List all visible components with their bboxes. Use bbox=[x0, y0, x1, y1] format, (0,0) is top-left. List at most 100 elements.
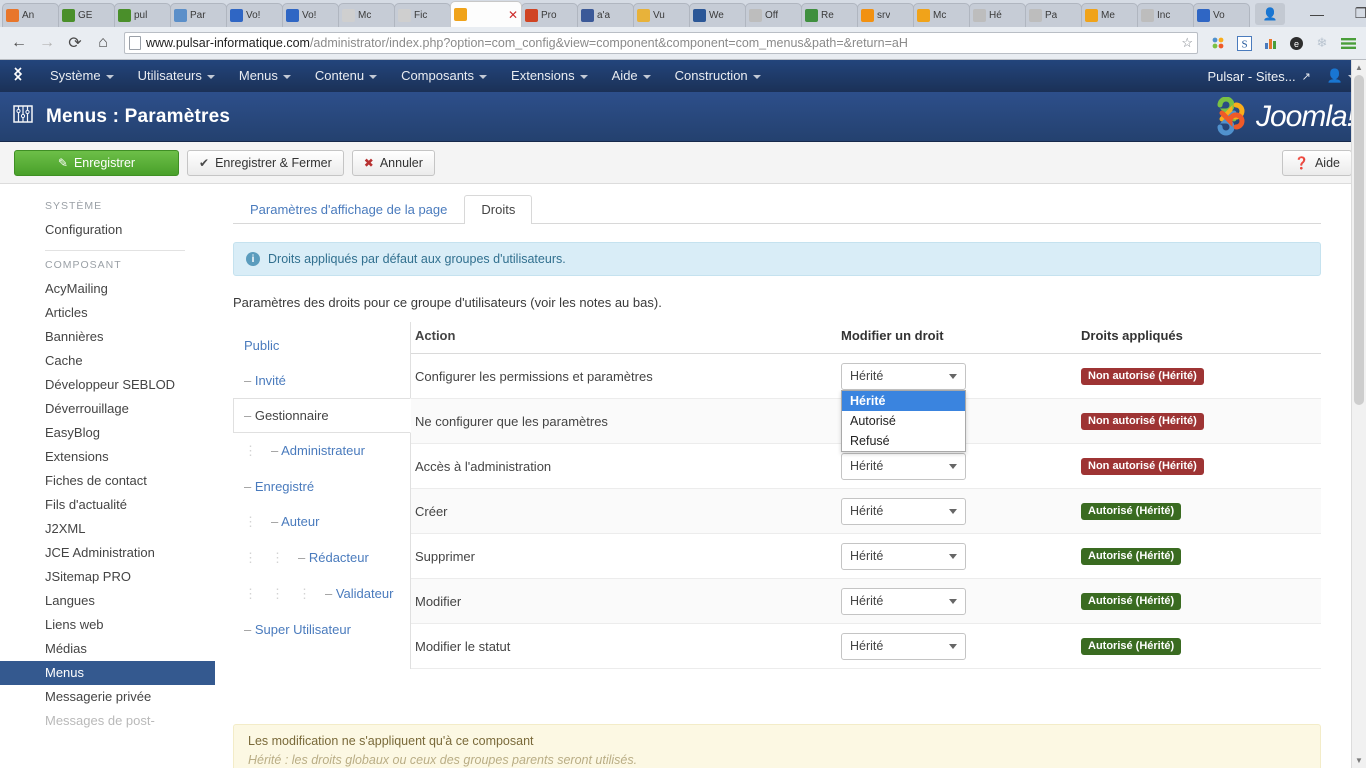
sidebar-item-banni-res[interactable]: Bannières bbox=[0, 325, 215, 349]
sidebar-item-menus[interactable]: Menus bbox=[0, 661, 215, 685]
admin-menu-item[interactable]: Aide bbox=[600, 60, 663, 92]
permission-select[interactable]: Hérité bbox=[841, 452, 966, 480]
user-group-tab[interactable]: ⋮ – Auteur bbox=[233, 504, 410, 540]
browser-tab[interactable]: Inc bbox=[1137, 3, 1194, 27]
dropdown-option[interactable]: Autorisé bbox=[842, 411, 965, 431]
user-group-tab[interactable]: ⋮ ⋮ – Rédacteur bbox=[233, 540, 410, 576]
minimize-button[interactable]: — bbox=[1295, 0, 1339, 27]
sidebar-item-fils-d-actualit[interactable]: Fils d'actualité bbox=[0, 493, 215, 517]
browser-tab-label: Par bbox=[190, 10, 206, 21]
browser-tab[interactable]: Re bbox=[801, 3, 858, 27]
tab-close-icon[interactable]: ✕ bbox=[504, 8, 518, 22]
menu-icon[interactable] bbox=[1336, 31, 1360, 55]
sidebar-item-d-veloppeur-seblod[interactable]: Développeur SEBLOD bbox=[0, 373, 215, 397]
page-info-icon[interactable] bbox=[129, 36, 141, 50]
page-scrollbar[interactable]: ▲ ▼ bbox=[1351, 60, 1366, 768]
browser-tab[interactable]: Vo! bbox=[226, 3, 283, 27]
sidebar-item-jce-administration[interactable]: JCE Administration bbox=[0, 541, 215, 565]
joomla-logo-icon[interactable] bbox=[10, 66, 26, 86]
permission-select[interactable]: Hérité bbox=[841, 497, 966, 525]
browser-tab[interactable]: Vo! bbox=[282, 3, 339, 27]
admin-menu-item[interactable]: Système bbox=[38, 60, 126, 92]
sidebar-item-messagerie-priv-e[interactable]: Messagerie privée bbox=[0, 685, 215, 709]
tab-page-display-params[interactable]: Paramètres d'affichage de la page bbox=[233, 195, 464, 224]
maximize-button[interactable]: ❐ bbox=[1339, 0, 1366, 27]
browser-tab[interactable]: Pa bbox=[1025, 3, 1082, 27]
sidebar-item-extensions[interactable]: Extensions bbox=[0, 445, 215, 469]
browser-tab[interactable]: Pro bbox=[521, 3, 578, 27]
browser-tab[interactable]: Vo bbox=[1193, 3, 1250, 27]
permission-select[interactable]: Hérité bbox=[841, 587, 966, 615]
browser-tab[interactable]: Me bbox=[1081, 3, 1138, 27]
user-group-tab[interactable]: – Super Utilisateur bbox=[233, 612, 410, 647]
sidebar-item-acymailing[interactable]: AcyMailing bbox=[0, 277, 215, 301]
user-group-tab[interactable]: ⋮ ⋮ ⋮ – Validateur bbox=[233, 576, 410, 612]
save-and-close-button[interactable]: ✔ Enregistrer & Fermer bbox=[187, 149, 344, 176]
permission-select[interactable]: Hérité bbox=[841, 632, 966, 660]
user-group-tab[interactable]: – Enregistré bbox=[233, 469, 410, 504]
sidebar-item-liens-web[interactable]: Liens web bbox=[0, 613, 215, 637]
external-link-icon[interactable]: ↗ bbox=[1302, 70, 1311, 83]
browser-tab[interactable]: a'a bbox=[577, 3, 634, 27]
browser-tab[interactable]: srv bbox=[857, 3, 914, 27]
user-group-tab[interactable]: Public bbox=[233, 328, 410, 363]
sidebar-item-langues[interactable]: Langues bbox=[0, 589, 215, 613]
sidebar-item-cache[interactable]: Cache bbox=[0, 349, 215, 373]
browser-tab[interactable]: Par bbox=[170, 3, 227, 27]
sidebar-item-d-verrouillage[interactable]: Déverrouillage bbox=[0, 397, 215, 421]
e-extension-icon[interactable]: e bbox=[1284, 31, 1308, 55]
sidebar-item-fiches-de-contact[interactable]: Fiches de contact bbox=[0, 469, 215, 493]
browser-tab[interactable]: Mc bbox=[338, 3, 395, 27]
browser-tab[interactable]: GE bbox=[58, 3, 115, 27]
admin-menu-item[interactable]: Extensions bbox=[499, 60, 600, 92]
save-button[interactable]: ✎ Enregistrer bbox=[14, 149, 179, 176]
sidebar-item-configuration[interactable]: Configuration bbox=[0, 218, 215, 242]
admin-menu-item[interactable]: Contenu bbox=[303, 60, 389, 92]
sidebar-item-easyblog[interactable]: EasyBlog bbox=[0, 421, 215, 445]
user-group-tab[interactable]: ⋮ – Administrateur bbox=[233, 433, 410, 469]
tab-droits[interactable]: Droits bbox=[464, 195, 533, 224]
admin-menu-item[interactable]: Construction bbox=[663, 60, 773, 92]
permission-select[interactable]: Hérité bbox=[841, 542, 966, 570]
site-name-label[interactable]: Pulsar - Sites... bbox=[1207, 69, 1295, 84]
snowflake-extension-icon[interactable]: ❄ bbox=[1310, 31, 1334, 55]
admin-menu-item[interactable]: Composants bbox=[389, 60, 499, 92]
reload-icon[interactable]: ⟳ bbox=[62, 30, 88, 56]
permission-select[interactable]: Hérité bbox=[841, 362, 966, 390]
sidebar-item-messages-de-post[interactable]: Messages de post- bbox=[0, 709, 215, 733]
admin-menu-item[interactable]: Menus bbox=[227, 60, 303, 92]
browser-tab[interactable]: An bbox=[2, 3, 59, 27]
scroll-up-icon[interactable]: ▲ bbox=[1352, 60, 1366, 75]
permission-select-dropdown[interactable]: Hérité Autorisé Refusé bbox=[841, 389, 966, 452]
browser-tab[interactable]: Off bbox=[745, 3, 802, 27]
help-button[interactable]: ❓ Aide bbox=[1282, 149, 1352, 176]
dropdown-option[interactable]: Refusé bbox=[842, 431, 965, 451]
sidebar-item-j2xml[interactable]: J2XML bbox=[0, 517, 215, 541]
sidebar-item-jsitemap-pro[interactable]: JSitemap PRO bbox=[0, 565, 215, 589]
back-icon[interactable]: ← bbox=[6, 30, 32, 56]
browser-tab[interactable]: Vu bbox=[633, 3, 690, 27]
user-group-tab[interactable]: – Invité bbox=[233, 363, 410, 398]
dropdown-option[interactable]: Hérité bbox=[842, 390, 965, 411]
user-group-tab[interactable]: – Gestionnaire bbox=[233, 398, 411, 433]
browser-tab[interactable]: pul bbox=[114, 3, 171, 27]
address-bar[interactable]: www.pulsar-informatique.com/administrato… bbox=[124, 32, 1198, 54]
bookmark-star-icon[interactable]: ☆ bbox=[1177, 35, 1193, 51]
scroll-down-icon[interactable]: ▼ bbox=[1352, 753, 1366, 768]
profile-icon[interactable]: 👤 bbox=[1255, 2, 1285, 25]
browser-tab[interactable]: ✕ bbox=[450, 1, 522, 27]
browser-tab[interactable]: Hé bbox=[969, 3, 1026, 27]
forward-icon[interactable]: → bbox=[34, 30, 60, 56]
cancel-button[interactable]: ✖ Annuler bbox=[351, 149, 435, 176]
home-icon[interactable]: ⌂ bbox=[90, 30, 116, 56]
sidebar-item-articles[interactable]: Articles bbox=[0, 301, 215, 325]
s-extension-icon[interactable]: S bbox=[1232, 31, 1256, 55]
browser-tab[interactable]: Fic bbox=[394, 3, 451, 27]
scrollbar-thumb[interactable] bbox=[1354, 75, 1364, 405]
browser-tab[interactable]: Mc bbox=[913, 3, 970, 27]
chart-extension-icon[interactable] bbox=[1258, 31, 1282, 55]
sidebar-item-m-dias[interactable]: Médias bbox=[0, 637, 215, 661]
admin-menu-item[interactable]: Utilisateurs bbox=[126, 60, 227, 92]
joomla-extension-icon[interactable] bbox=[1206, 31, 1230, 55]
browser-tab[interactable]: We bbox=[689, 3, 746, 27]
